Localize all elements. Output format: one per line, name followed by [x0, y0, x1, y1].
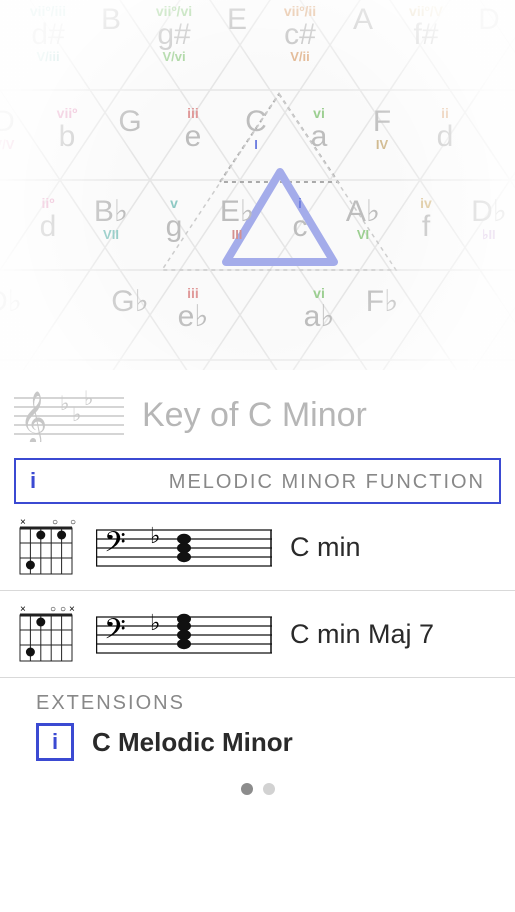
svg-text:𝄢: 𝄢 [104, 615, 126, 652]
function-label: MELODIC MINOR FUNCTION [56, 471, 485, 494]
notation-staff: 𝄢 ♭ [96, 607, 272, 661]
svg-text:♭: ♭ [84, 388, 93, 410]
chord-name: C min [290, 532, 361, 563]
svg-text:○: ○ [50, 604, 56, 615]
svg-text:𝄞: 𝄞 [20, 391, 47, 442]
fretboard-diagram: × ○ ○ [14, 516, 78, 578]
function-box[interactable]: i MELODIC MINOR FUNCTION [14, 458, 501, 504]
map-cell[interactable]: D [447, 4, 515, 36]
svg-text:♭: ♭ [150, 523, 160, 548]
svg-text:×: × [69, 604, 75, 615]
map-cell[interactable]: F♭ [340, 286, 424, 318]
extension-row[interactable]: i C Melodic Minor [0, 723, 515, 761]
svg-text:𝄢: 𝄢 [104, 528, 126, 565]
page-dot[interactable] [241, 783, 253, 795]
map-cell[interactable]: iiie♭ [151, 286, 235, 332]
svg-text:○: ○ [70, 517, 76, 528]
extension-name: C Melodic Minor [92, 727, 293, 758]
svg-text:×: × [20, 604, 26, 615]
map-cell[interactable]: iid [403, 106, 487, 152]
page-dots[interactable] [0, 783, 515, 795]
chord-row[interactable]: × ○ ○ 𝄢 ♭ C min [0, 504, 515, 591]
chord-name: C min Maj 7 [290, 619, 434, 650]
function-roman: i [30, 468, 36, 494]
chord-row[interactable]: × ○ ○ × 𝄢 ♭ C [0, 591, 515, 678]
fretboard-diagram: × ○ ○ × [14, 603, 78, 665]
chord-map[interactable]: viiº/iiid#V/iiiBviiº/vig#V/viEviiº/iic#V… [0, 0, 515, 370]
key-signature-staff: 𝄞 ♭ ♭ ♭ [14, 388, 124, 442]
svg-text:♭: ♭ [150, 610, 160, 635]
notation-staff: 𝄢 ♭ [96, 520, 272, 574]
svg-text:×: × [20, 517, 26, 528]
key-title: Key of C Minor [142, 396, 367, 435]
key-header: 𝄞 ♭ ♭ ♭ Key of C Minor [0, 370, 515, 452]
extension-badge: i [36, 723, 74, 761]
page-dot[interactable] [263, 783, 275, 795]
extensions-label: EXTENSIONS [0, 678, 515, 723]
map-cell[interactable]: D♭♭II [447, 196, 515, 241]
svg-text:○: ○ [60, 604, 66, 615]
svg-text:♭: ♭ [60, 393, 69, 415]
svg-text:♭: ♭ [72, 404, 81, 426]
map-cell[interactable]: D♭ [0, 286, 46, 318]
svg-text:○: ○ [52, 517, 58, 528]
